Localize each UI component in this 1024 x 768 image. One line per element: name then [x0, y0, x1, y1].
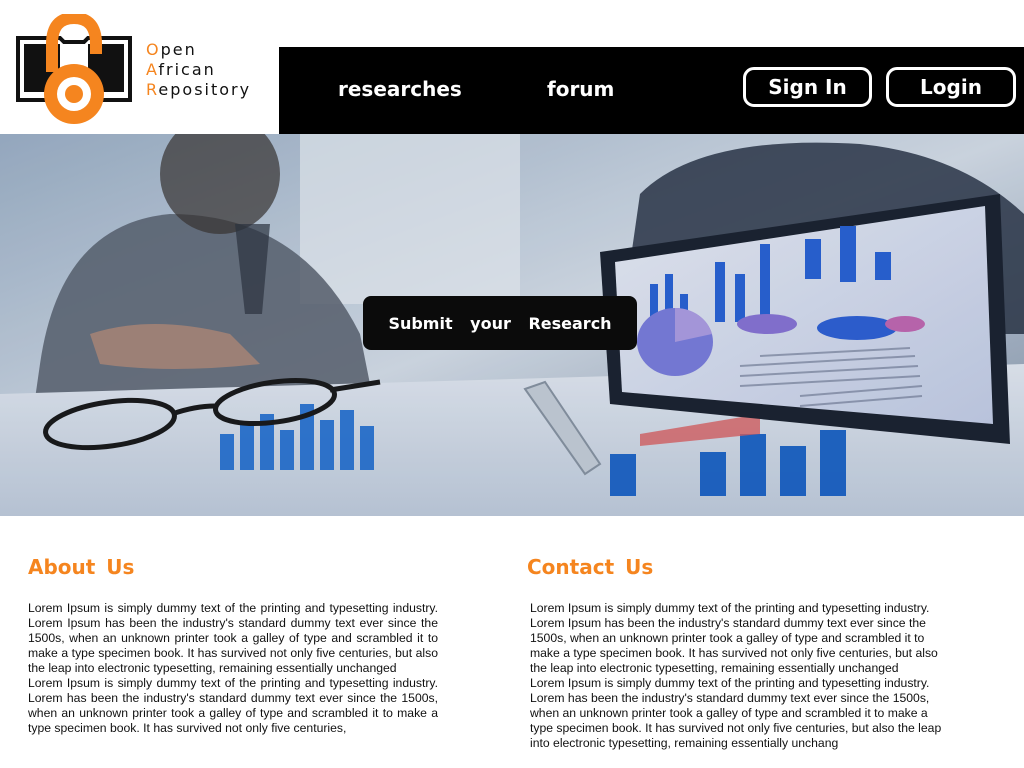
brand-name: Open African Repository: [146, 40, 251, 100]
about-us-heading: About Us: [28, 555, 135, 579]
brand-line-repository: Repository: [146, 80, 252, 99]
brand-line-african: African: [146, 60, 216, 79]
nav-link-forum[interactable]: forum: [547, 77, 614, 101]
about-us-text: Lorem Ipsum is simply dummy text of the …: [28, 601, 438, 751]
contact-us-paragraph: Lorem Ipsum is simply dummy text of the …: [530, 676, 942, 750]
about-us-paragraph: Lorem Ipsum is simply dummy text of the …: [28, 676, 438, 735]
logo-area[interactable]: Open African Repository: [0, 0, 279, 134]
brand-line-open: Open: [146, 40, 197, 59]
top-navbar: researches forum Sign In Login: [279, 47, 1024, 134]
submit-research-button[interactable]: Submit your Research: [363, 296, 637, 350]
contact-us-paragraph: Lorem Ipsum is simply dummy text of the …: [530, 601, 938, 675]
nav-link-researches[interactable]: researches: [338, 77, 462, 101]
contact-us-heading: Contact Us: [527, 555, 654, 579]
about-us-paragraph: Lorem Ipsum is simply dummy text of the …: [28, 601, 438, 675]
contact-us-text: Lorem Ipsum is simply dummy text of the …: [530, 601, 942, 751]
login-button[interactable]: Login: [886, 67, 1016, 107]
open-access-lock-book-icon: [16, 14, 132, 124]
sign-in-button[interactable]: Sign In: [743, 67, 872, 107]
